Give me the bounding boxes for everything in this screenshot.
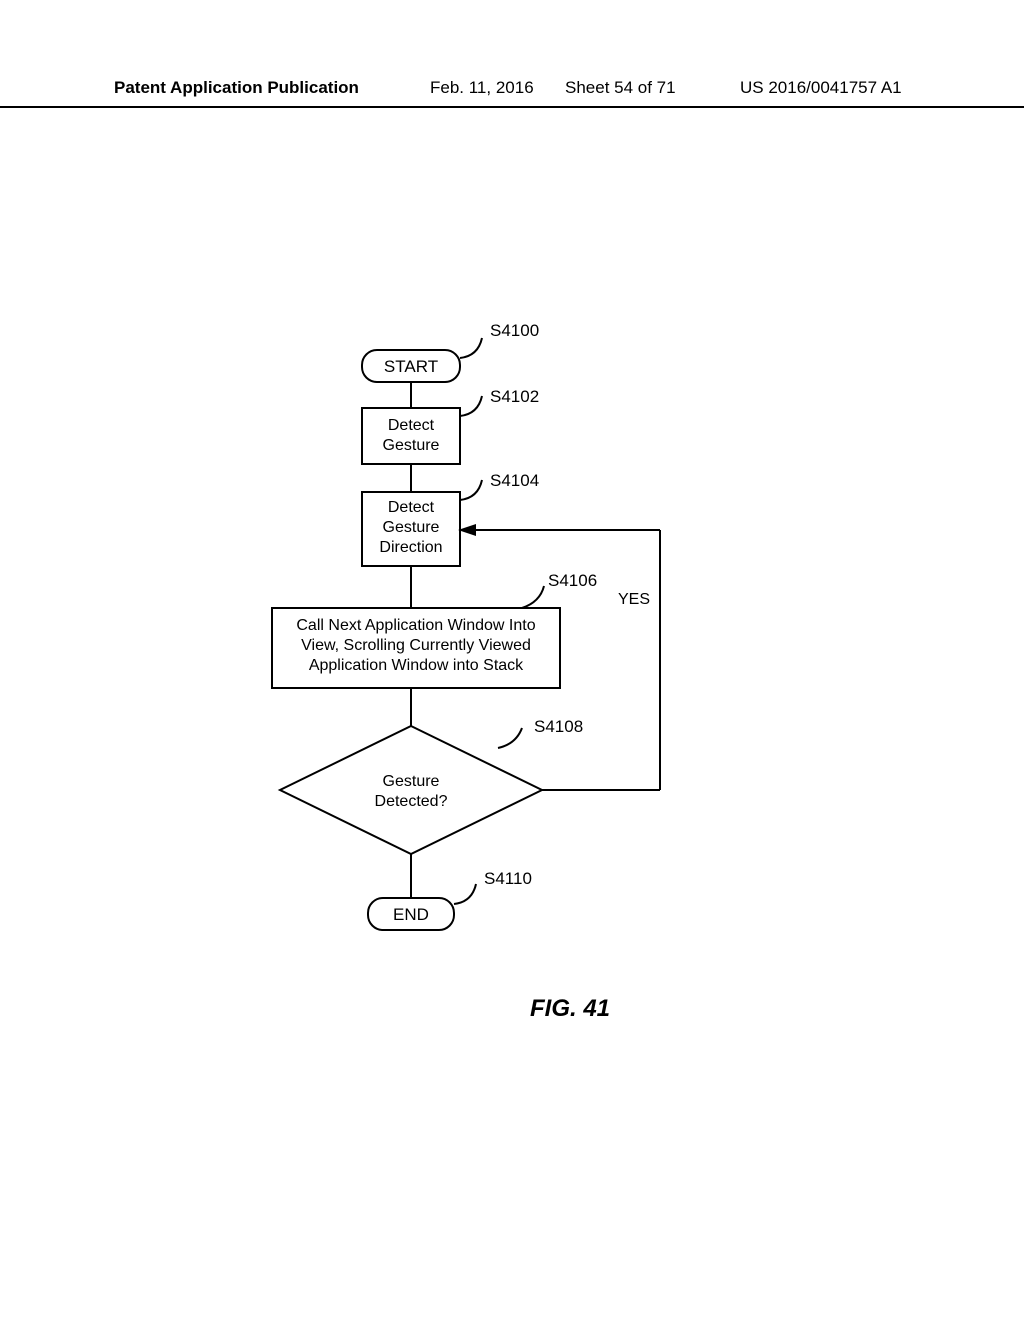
svg-text:Direction: Direction [379, 539, 442, 556]
detect-direction-node: Detect Gesture Direction [362, 492, 460, 566]
s4106-label: S4106 [548, 571, 597, 590]
detect-gesture-line2: Gesture [383, 437, 440, 454]
svg-text:Call Next Application Window I: Call Next Application Window Into [296, 617, 535, 634]
svg-text:Application Window into Stack: Application Window into Stack [309, 657, 524, 674]
decision-node: Gesture Detected? [280, 726, 542, 854]
svg-text:Detect: Detect [388, 499, 435, 516]
s4108-label: S4108 [534, 717, 583, 736]
detect-gesture-line1: Detect [388, 417, 435, 434]
s4110-label: S4110 [484, 869, 532, 888]
yes-label: YES [618, 591, 650, 608]
start-label: START [384, 357, 438, 376]
svg-text:Gesture: Gesture [383, 773, 440, 790]
figure-caption: FIG. 41 [530, 995, 610, 1023]
start-node: START [362, 350, 460, 382]
s4104-label: S4104 [490, 471, 539, 490]
s4100-label: S4100 [490, 321, 539, 340]
end-label: END [393, 905, 429, 924]
detect-gesture-node: Detect Gesture [362, 408, 460, 464]
end-node: END [368, 898, 454, 930]
svg-text:View, Scrolling Currently View: View, Scrolling Currently Viewed [301, 637, 531, 654]
call-next-node: Call Next Application Window Into View, … [272, 608, 560, 688]
svg-text:Detected?: Detected? [375, 793, 448, 810]
flowchart: START S4100 Detect Gesture S4102 Detect … [0, 0, 1024, 1320]
svg-text:Gesture: Gesture [383, 519, 440, 536]
s4102-label: S4102 [490, 387, 539, 406]
